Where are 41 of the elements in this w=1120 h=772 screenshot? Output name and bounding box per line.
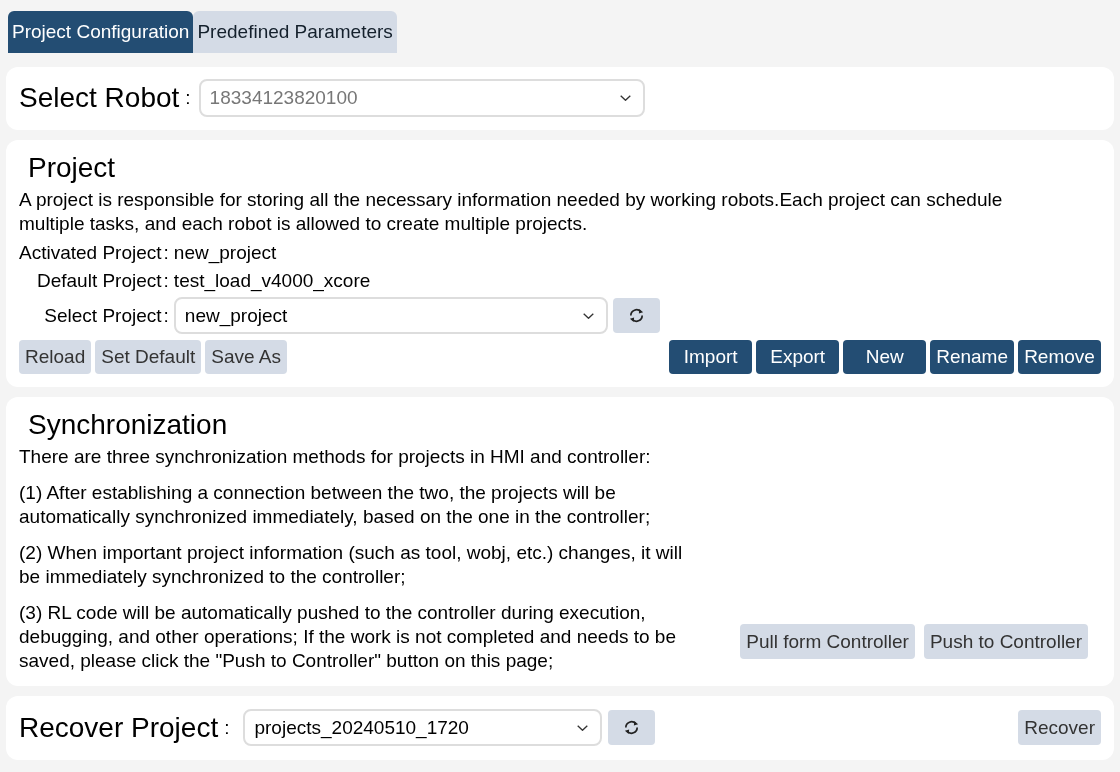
field-value: new_project bbox=[173, 241, 278, 265]
refresh-button[interactable] bbox=[612, 298, 660, 333]
panel-title: Project bbox=[28, 151, 117, 185]
paragraph-text: (3) RL code will be automatically pushed to the controller during execution, debugging, and other operations; If the work is not completed and needs to be saved, please click the "Push to Controller" button on this page; bbox=[19, 601, 677, 673]
recover-label: Recover Project bbox=[19, 711, 219, 744]
sync-button[interactable]: Push to Controller bbox=[923, 624, 1088, 659]
field-label: Activated Project bbox=[19, 241, 162, 265]
sync-button[interactable]: Pull form Controller bbox=[740, 624, 915, 659]
tab[interactable]: Project Configuration bbox=[8, 11, 194, 53]
paragraph-text: There are three synchronization methods for projects in HMI and controller: bbox=[19, 445, 652, 469]
chevron-icon bbox=[582, 312, 594, 319]
refresh-icon bbox=[623, 719, 641, 736]
action-button[interactable]: Import bbox=[669, 340, 753, 374]
action-button[interactable]: Reload bbox=[19, 340, 92, 374]
refresh-icon bbox=[627, 307, 645, 324]
action-button[interactable]: Remove bbox=[1018, 340, 1101, 374]
colon-text: : bbox=[185, 87, 191, 109]
field-value: test_load_v4000_xcore bbox=[173, 269, 372, 293]
action-button[interactable]: Set Default bbox=[95, 340, 202, 374]
robot-label: Select Robot bbox=[19, 82, 180, 114]
tab[interactable]: Predefined Parameters bbox=[193, 11, 397, 53]
action-button[interactable]: Export bbox=[756, 340, 840, 374]
field-label: Default Project bbox=[35, 269, 162, 293]
colon-text: : bbox=[163, 269, 169, 293]
recover-button[interactable]: Recover bbox=[1018, 710, 1101, 745]
paragraph-text: (1) After establishing a connection between the two, the projects will be automatically synchronized immediately, based on the one in the controller; bbox=[19, 481, 652, 529]
colon-text: : bbox=[224, 716, 230, 739]
colon-text: : bbox=[163, 241, 169, 265]
paragraph-text: (2) When important project information (such as tool, wobj, etc.) changes, it will be immediately synchronized to the controller; bbox=[19, 541, 684, 589]
chevron-icon bbox=[619, 95, 631, 101]
action-button[interactable]: New bbox=[843, 340, 927, 374]
refresh-button[interactable] bbox=[608, 710, 656, 745]
backup-select[interactable]: projects_20240510_1720 bbox=[243, 709, 603, 746]
action-button[interactable]: Save As bbox=[205, 340, 287, 374]
panel-title: Synchronization bbox=[28, 408, 229, 442]
colon-text: : bbox=[163, 303, 169, 328]
field-label: Select Project bbox=[43, 303, 162, 328]
description-text: A project is responsible for storing all the necessary information needed by working robots.Each project can schedule multiple tasks, and each robot is allowed to create multiple projects. bbox=[19, 188, 1004, 236]
project-select[interactable]: new_project bbox=[173, 297, 608, 334]
chevron-icon bbox=[577, 724, 589, 731]
action-button[interactable]: Rename bbox=[930, 340, 1014, 374]
